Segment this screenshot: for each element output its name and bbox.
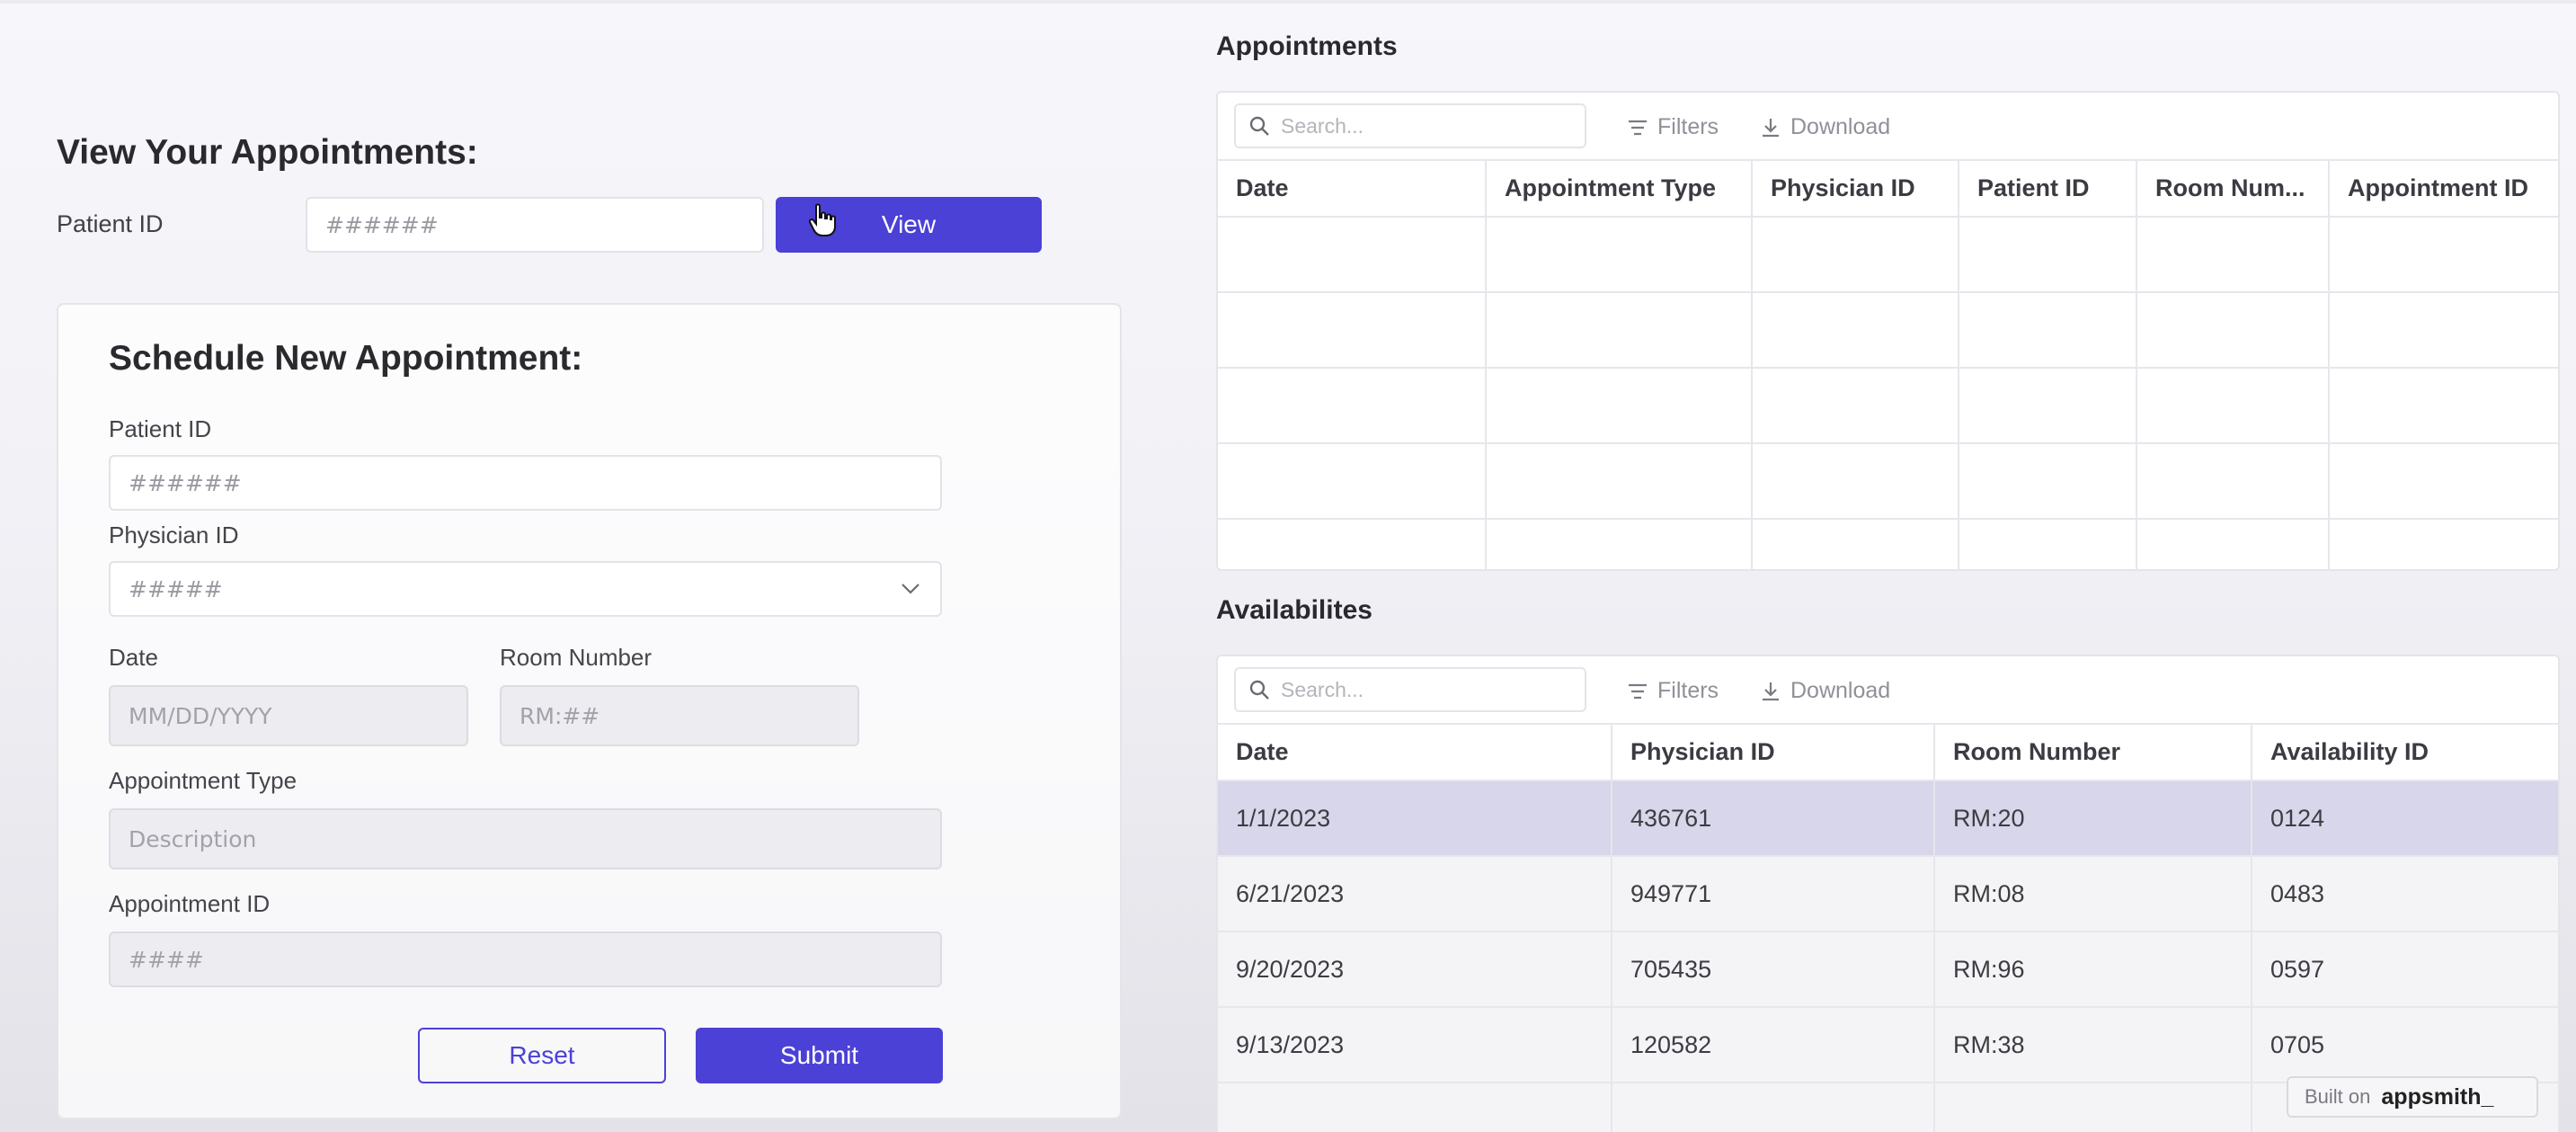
schedule-appointment-title: Schedule New Appointment: [109, 339, 583, 378]
table-row[interactable]: 9/20/2023 705435 RM:96 0597 [1218, 931, 2558, 1008]
availabilities-download-button[interactable]: Download [1760, 678, 1890, 704]
column-header-appointment-type[interactable]: Appointment Type [1486, 161, 1753, 218]
cell-availability-id: 0483 [2252, 856, 2558, 932]
cell-physician-id: 705435 [1612, 931, 1935, 1008]
cell-physician-id: 120582 [1612, 1007, 1935, 1083]
column-header-date[interactable]: Date [1218, 725, 1612, 781]
date-label: Date [109, 644, 158, 671]
patient-id-label: Patient ID [109, 415, 212, 442]
cell-physician-id: 436761 [1612, 780, 1935, 857]
view-patient-id-label: Patient ID [57, 210, 164, 237]
availabilities-filters-label: Filters [1657, 678, 1719, 703]
appointments-download-button[interactable]: Download [1760, 114, 1890, 140]
download-icon [1763, 118, 1779, 137]
search-icon [1249, 680, 1269, 700]
table-row[interactable] [1218, 519, 2558, 569]
filter-icon [1629, 120, 1647, 135]
availabilities-grid: Date Physician ID Room Number Availabili… [1218, 725, 2558, 1132]
column-header-appointment-id[interactable]: Appointment ID [2329, 161, 2558, 218]
cell-date: 6/21/2023 [1218, 856, 1612, 932]
cell-room-number: RM:08 [1934, 856, 2252, 932]
column-header-room-number[interactable]: Room Num... [2136, 161, 2330, 218]
appointment-type-label: Appointment Type [109, 767, 298, 794]
table-row[interactable]: 9/13/2023 120582 RM:38 0705 [1218, 1007, 2558, 1083]
cell-physician-id: 949771 [1612, 856, 1935, 932]
physician-id-select[interactable]: ##### [109, 561, 942, 617]
appointments-search-input[interactable]: Search... [1234, 103, 1586, 148]
appointments-header-row: Date Appointment Type Physician ID Patie… [1218, 161, 2558, 218]
physician-id-select-value: ##### [129, 575, 223, 602]
column-header-date[interactable]: Date [1218, 161, 1487, 218]
availabilities-filters-button[interactable]: Filters [1627, 678, 1719, 704]
cell-date: 9/13/2023 [1218, 1007, 1612, 1083]
submit-button[interactable]: Submit [696, 1028, 943, 1083]
table-row[interactable] [1218, 292, 2558, 369]
availabilities-toolbar: Search... Filters Download [1218, 656, 2558, 725]
appointments-search-placeholder: Search... [1281, 113, 1364, 138]
availabilities-title: Availabilites [1216, 595, 1372, 625]
cell-room-number: RM:96 [1934, 931, 2252, 1008]
appointments-download-label: Download [1790, 114, 1891, 139]
table-row[interactable]: 1/1/2023 436761 RM:20 0124 [1218, 780, 2558, 857]
table-row[interactable] [1218, 368, 2558, 444]
built-on-label: Built on [2305, 1085, 2371, 1108]
availabilities-table: Search... Filters Download Date Physicia… [1216, 655, 2560, 1132]
appsmith-logo: appsmith_ [2381, 1083, 2494, 1110]
column-header-room-number[interactable]: Room Number [1934, 725, 2252, 781]
table-row[interactable] [1218, 443, 2558, 520]
appointment-type-input[interactable]: Description [109, 808, 942, 869]
search-icon [1249, 116, 1269, 136]
download-icon [1763, 682, 1779, 700]
hand-cursor-icon [809, 203, 836, 236]
view-appointments-title: View Your Appointments: [57, 133, 478, 172]
availabilities-header-row: Date Physician ID Room Number Availabili… [1218, 725, 2558, 781]
view-patient-id-input[interactable]: ###### [306, 197, 764, 253]
cell-room-number: RM:20 [1934, 780, 2252, 857]
appointments-filters-button[interactable]: Filters [1627, 114, 1719, 140]
cell-availability-id: 0124 [2252, 780, 2558, 857]
top-divider [0, 0, 2576, 4]
column-header-availability-id[interactable]: Availability ID [2252, 725, 2558, 781]
patient-id-input[interactable]: ###### [109, 455, 942, 511]
cell-date: 1/1/2023 [1218, 780, 1612, 857]
table-row[interactable] [1218, 217, 2558, 293]
table-row[interactable]: 6/21/2023 949771 RM:08 0483 [1218, 856, 2558, 932]
column-header-physician-id[interactable]: Physician ID [1752, 161, 1959, 218]
filter-icon [1629, 683, 1647, 699]
column-header-physician-id[interactable]: Physician ID [1612, 725, 1935, 781]
cell-room-number: RM:38 [1934, 1007, 2252, 1083]
physician-id-label: Physician ID [109, 521, 239, 548]
availabilities-search-placeholder: Search... [1281, 677, 1364, 701]
date-input[interactable]: MM/DD/YYYY [109, 685, 468, 746]
built-on-appsmith-badge[interactable]: Built on appsmith_ [2287, 1076, 2538, 1118]
appointments-grid: Date Appointment Type Physician ID Patie… [1218, 161, 2558, 569]
room-number-label: Room Number [500, 644, 653, 671]
room-number-input[interactable]: RM:## [500, 685, 859, 746]
appointment-id-label: Appointment ID [109, 890, 271, 917]
chevron-down-icon [902, 584, 919, 594]
appointments-table: Search... Filters Download Date Appointm… [1216, 91, 2560, 571]
availabilities-download-label: Download [1790, 678, 1891, 703]
appointments-filters-label: Filters [1657, 114, 1719, 139]
reset-button[interactable]: Reset [418, 1028, 666, 1083]
cell-availability-id: 0705 [2252, 1007, 2558, 1083]
cell-date: 9/20/2023 [1218, 931, 1612, 1008]
cell-availability-id: 0597 [2252, 931, 2558, 1008]
appointments-title: Appointments [1216, 31, 1398, 61]
availabilities-search-input[interactable]: Search... [1234, 667, 1586, 712]
appointment-id-input[interactable]: #### [109, 931, 942, 987]
column-header-patient-id[interactable]: Patient ID [1959, 161, 2137, 218]
appointments-toolbar: Search... Filters Download [1218, 93, 2558, 161]
